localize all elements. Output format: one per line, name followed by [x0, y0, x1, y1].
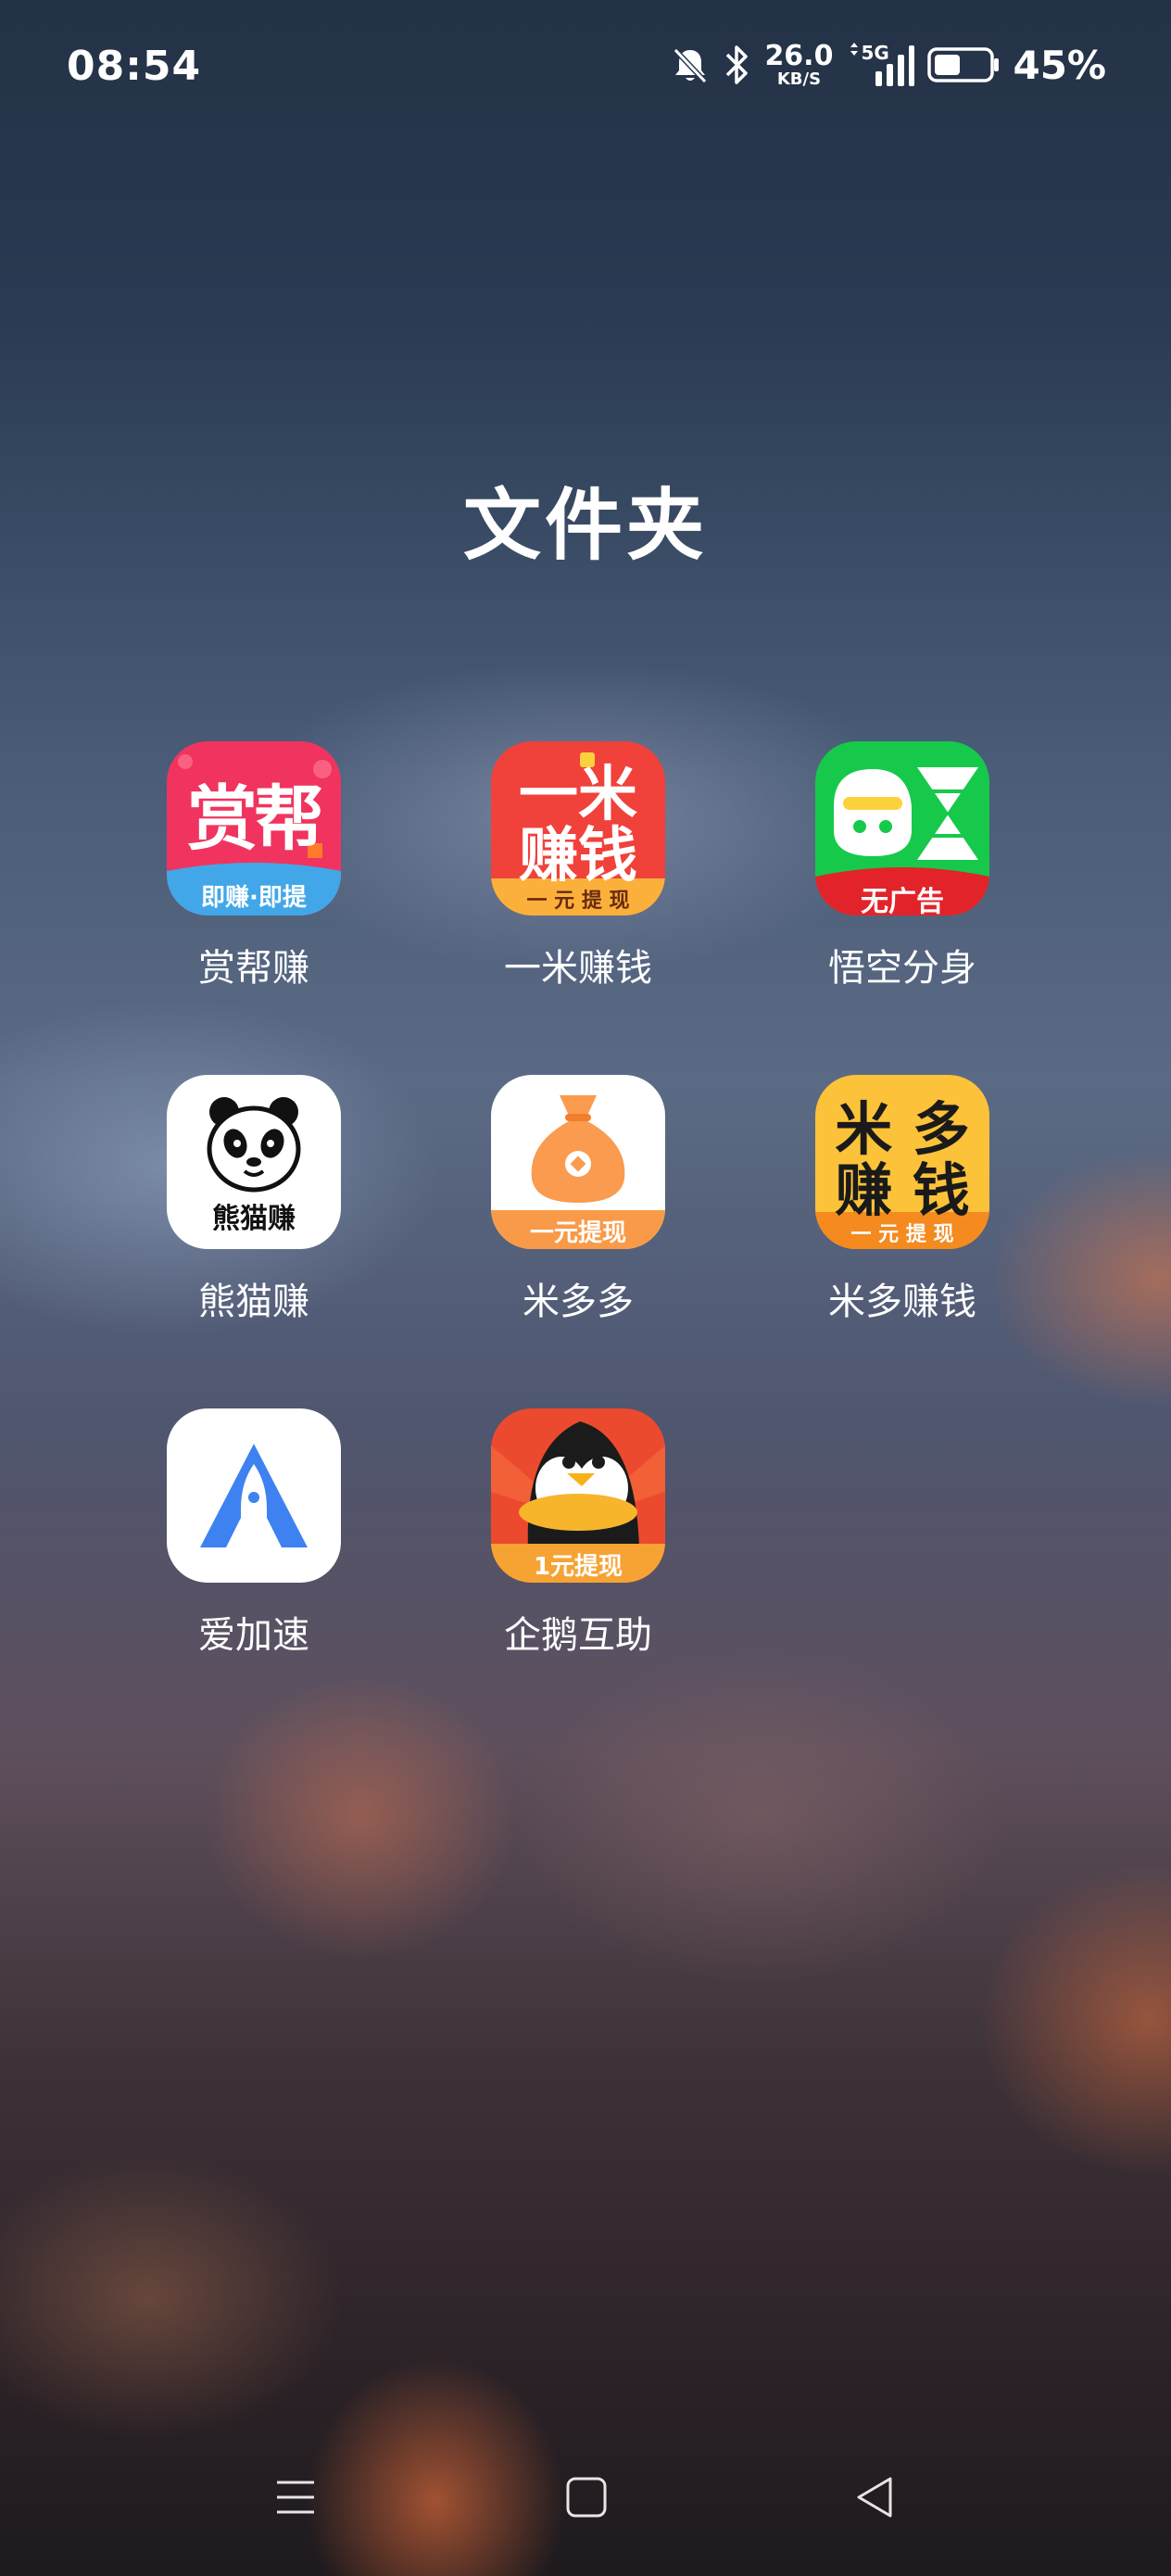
yimizhuanqian-icon: 一米 赚钱 一 元 提 现: [491, 741, 665, 915]
app-wukongfenshen[interactable]: 无广告 悟空分身: [763, 741, 1041, 1019]
app-qiehuzhu[interactable]: 1元提现 企鹅互助: [439, 1408, 717, 1686]
back-button[interactable]: [825, 2446, 926, 2548]
app-aijiasu[interactable]: 爱加速: [115, 1408, 393, 1686]
xiongmaozhuan-icon-sub: 熊猫赚: [212, 1203, 296, 1235]
signal-icon: 5G: [846, 42, 915, 88]
net-speed: 26.0 KB/S: [764, 39, 834, 89]
network-type: 5G: [861, 42, 889, 64]
status-time: 08:54: [67, 43, 202, 90]
battery-icon: [927, 46, 1000, 83]
app-label: 企鹅互助: [504, 1614, 652, 1657]
bluetooth-icon: [724, 44, 751, 86]
yimizhuanqian-icon-sub: 一 元 提 现: [526, 890, 630, 913]
app-label: 悟空分身: [828, 947, 976, 990]
navigation-bar: [0, 2446, 1171, 2557]
bell-muted-icon: [670, 44, 711, 85]
status-icons: 26.0 KB/S 5G 45%: [670, 39, 1106, 91]
qiehuzhu-icon-sub: 1元提现: [533, 1553, 623, 1581]
shangbangzhuan-icon-sub: 即赚·即提: [201, 884, 307, 912]
app-label: 一米赚钱: [504, 947, 652, 990]
xiongmaozhuan-icon: 熊猫赚: [167, 1075, 341, 1249]
wukongfenshen-icon-sub: 无广告: [861, 886, 944, 915]
app-label: 爱加速: [198, 1614, 309, 1657]
aijiasu-icon: [167, 1408, 341, 1583]
net-speed-value: 26.0: [764, 39, 834, 72]
app-label: 赏帮赚: [198, 947, 309, 990]
miduoduo-icon: 一元提现: [491, 1075, 665, 1249]
qiehuzhu-icon: 1元提现: [491, 1408, 665, 1583]
menu-icon: [277, 2481, 314, 2514]
app-yimizhuanqian[interactable]: 一米 赚钱 一 元 提 现 一米赚钱: [439, 741, 717, 1019]
yimizhuanqian-icon-mid: 赚钱: [519, 822, 637, 890]
net-speed-unit: KB/S: [776, 69, 822, 89]
miduozhuanqian-icon-mid: 赚 钱: [835, 1156, 970, 1224]
back-icon: [857, 2477, 892, 2518]
miduozhuanqian-icon-sub: 一 元 提 现: [850, 1223, 954, 1246]
app-miduoduo[interactable]: 一元提现 米多多: [439, 1075, 717, 1353]
battery-percent: 45%: [1013, 42, 1106, 88]
shangbangzhuan-icon: 赏帮 即赚·即提: [167, 741, 341, 915]
miduozhuanqian-icon: 米 多 赚 钱 一 元 提 现: [815, 1075, 989, 1249]
app-label: 米多多: [523, 1281, 634, 1323]
home-button[interactable]: [535, 2446, 637, 2548]
shangbangzhuan-icon-title: 赏帮: [187, 777, 324, 860]
app-xiongmaozhuan[interactable]: 熊猫赚 熊猫赚: [115, 1075, 393, 1353]
app-shangbangzhuan[interactable]: 赏帮 即赚·即提 赏帮赚: [115, 741, 393, 1019]
menu-button[interactable]: [245, 2446, 346, 2548]
app-label: 熊猫赚: [198, 1281, 309, 1323]
folder-title[interactable]: 文件夹: [0, 463, 1171, 575]
home-icon: [566, 2477, 607, 2518]
app-miduozhuanqian[interactable]: 米 多 赚 钱 一 元 提 现 米多赚钱: [763, 1075, 1041, 1353]
miduoduo-icon-sub: 一元提现: [529, 1219, 626, 1247]
wukongfenshen-icon: 无广告: [815, 741, 989, 915]
status-bar: 08:54 26.0 KB/S 5G 45%: [0, 0, 1171, 139]
app-label: 米多赚钱: [828, 1281, 976, 1323]
